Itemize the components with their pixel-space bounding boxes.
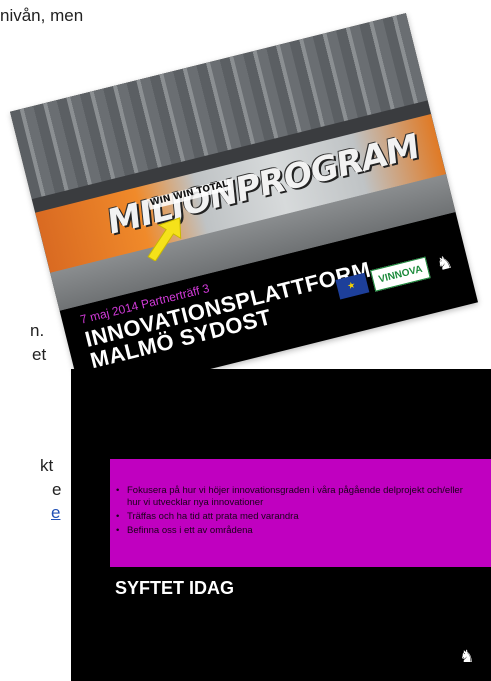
bullet-box: Fokusera på hur vi höjer innovationsgrad…: [110, 459, 491, 567]
doc-text-fragment: e: [52, 480, 62, 499]
doc-text-fragment: et: [32, 345, 47, 364]
eu-flag-icon: [335, 272, 370, 300]
doc-text-fragment: kt: [40, 456, 54, 475]
bullet-item: Träffas och ha tid att prata med varandr…: [116, 511, 476, 523]
doc-link-fragment[interactable]: e: [51, 503, 60, 523]
bullet-list: Fokusera på hur vi höjer innovationsgrad…: [116, 485, 476, 539]
partner-logos: VINNOVA ♞: [335, 249, 458, 302]
slide-syftet-idag: Fokusera på hur vi höjer innovationsgrad…: [71, 369, 491, 681]
doc-text-fragment: n.: [30, 321, 45, 340]
slide-innovationsplattform: MILJONPROGRAM WIN WIN TOTAL 7 maj 2014 P…: [10, 13, 478, 401]
doc-text-fragment: nivån, men: [0, 6, 84, 25]
slide-title: SYFTET IDAG: [115, 578, 235, 598]
bullet-item: Fokusera på hur vi höjer innovationsgrad…: [116, 485, 476, 509]
bullet-item: Befinna oss i ett av områdena: [116, 525, 476, 537]
malmo-crest-icon: ♞: [434, 251, 455, 275]
vinnova-logo: VINNOVA: [370, 256, 431, 292]
malmo-crest-icon: ♞: [459, 647, 475, 666]
